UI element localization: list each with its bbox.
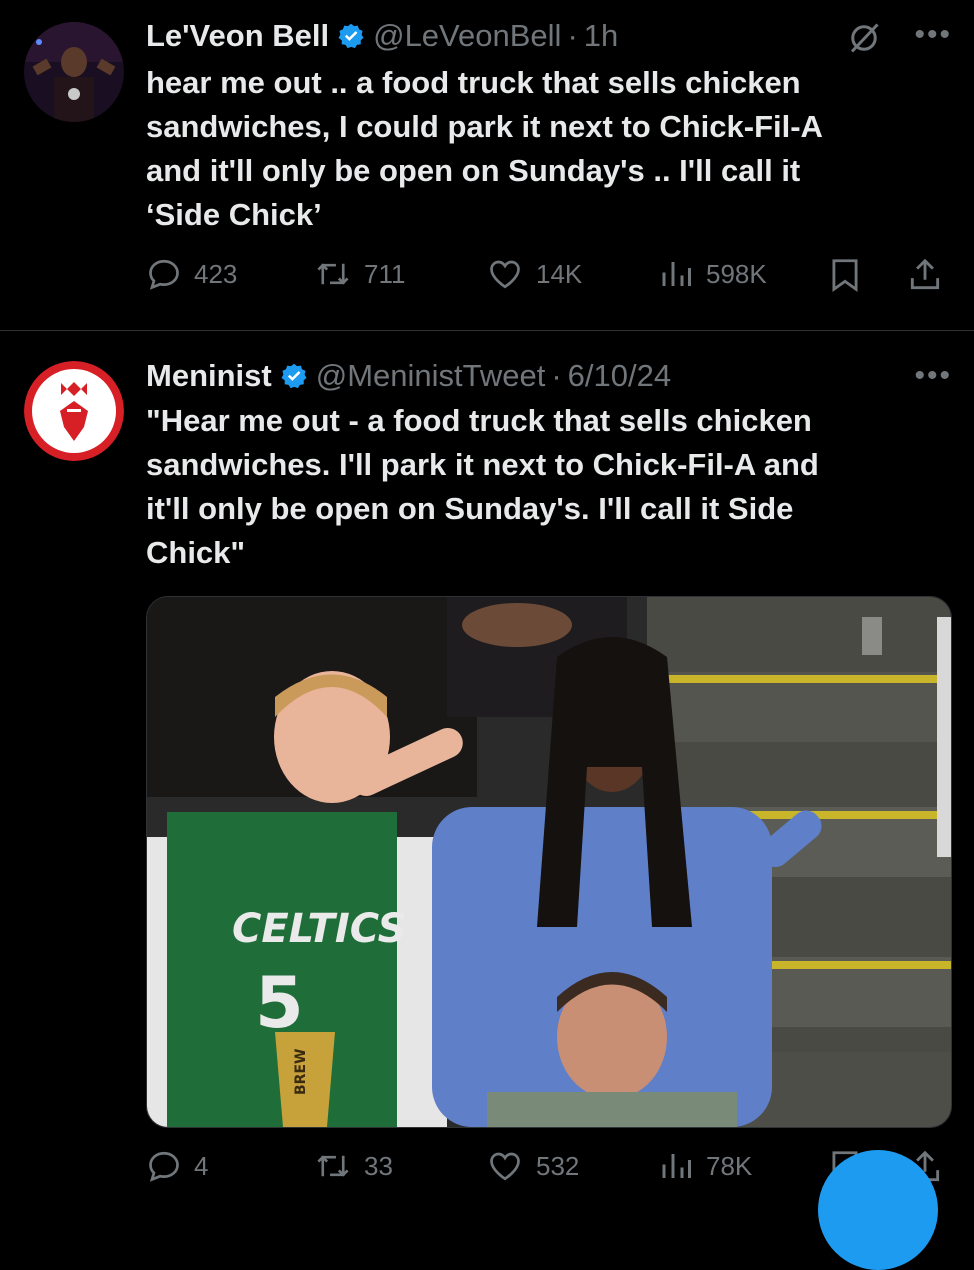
views-count: 78K bbox=[706, 1150, 753, 1181]
tweet-text: "Hear me out - a food truck that sells c… bbox=[146, 399, 946, 575]
tweet-actions: 423 711 14K 598K bbox=[146, 256, 956, 296]
reply-icon bbox=[149, 259, 179, 290]
like-count: 532 bbox=[536, 1150, 580, 1181]
repost-button[interactable]: 711 bbox=[314, 256, 405, 292]
reply-count: 4 bbox=[194, 1150, 209, 1181]
views-button[interactable]: 78K bbox=[658, 1148, 752, 1184]
author-handle[interactable]: @MeninistTweet bbox=[316, 358, 546, 394]
avatar-meninist[interactable] bbox=[24, 361, 124, 461]
more-icon[interactable]: ••• bbox=[914, 359, 952, 393]
reply-button[interactable]: 423 bbox=[146, 256, 237, 292]
more-icon[interactable]: ••• bbox=[914, 18, 952, 52]
like-icon bbox=[490, 1152, 520, 1181]
tweet-text-line: Chick" bbox=[146, 535, 246, 570]
reply-icon bbox=[149, 1151, 179, 1182]
timestamp[interactable]: 1h bbox=[584, 18, 618, 54]
jersey-number: 5 bbox=[255, 962, 304, 1044]
reply-count: 423 bbox=[194, 258, 238, 289]
like-count: 14K bbox=[536, 258, 583, 289]
views-icon bbox=[662, 1154, 691, 1178]
tweet-text-line: hear me out .. a food truck that sells c… bbox=[146, 65, 801, 100]
author-name[interactable]: Le'Veon Bell bbox=[146, 18, 329, 54]
verified-badge-icon bbox=[281, 363, 307, 389]
separator-dot: · bbox=[551, 358, 562, 393]
tweet-photo[interactable]: CELTICS 5 BREW bbox=[146, 596, 952, 1128]
tweet-header: Le'Veon Bell @LeVeonBell · 1h bbox=[146, 16, 618, 56]
avatar-leveon-bell-image bbox=[24, 22, 124, 122]
tweet-text-line: "Hear me out - a food truck that sells c… bbox=[146, 403, 812, 438]
like-button[interactable]: 532 bbox=[486, 1148, 579, 1184]
repost-button[interactable]: 33 bbox=[314, 1148, 393, 1184]
compose-fab-button[interactable] bbox=[818, 1150, 938, 1270]
bookmark-icon[interactable] bbox=[826, 256, 864, 294]
repost-icon bbox=[317, 1155, 349, 1177]
repost-count: 711 bbox=[364, 258, 406, 289]
views-count: 598K bbox=[706, 258, 767, 289]
photo-illustration: CELTICS 5 BREW bbox=[147, 597, 951, 1127]
jersey-text: CELTICS bbox=[232, 906, 406, 952]
reply-button[interactable]: 4 bbox=[146, 1148, 208, 1184]
avatar-meninist-image bbox=[24, 361, 124, 461]
tweet-leveon-bell[interactable]: Le'Veon Bell @LeVeonBell · 1h ••• hear m… bbox=[0, 0, 974, 330]
tweet-header: Meninist @MeninistTweet · 6/10/24 bbox=[146, 356, 671, 396]
views-icon bbox=[662, 262, 691, 286]
timestamp[interactable]: 6/10/24 bbox=[568, 358, 671, 394]
verified-badge-icon bbox=[338, 23, 364, 49]
author-name[interactable]: Meninist bbox=[146, 358, 272, 394]
repost-count: 33 bbox=[364, 1150, 393, 1181]
tweet-text-line: sandwiches. I'll park it next to Chick-F… bbox=[146, 447, 819, 482]
views-button[interactable]: 598K bbox=[658, 256, 767, 292]
separator-dot: · bbox=[567, 18, 578, 53]
like-button[interactable]: 14K bbox=[486, 256, 582, 292]
cup-text: BREW bbox=[293, 1049, 309, 1095]
share-icon[interactable] bbox=[906, 256, 944, 294]
tweet-text-line: ‘Side Chick’ bbox=[146, 197, 322, 232]
tweet-text-line: it'll only be open on Sunday's. I'll cal… bbox=[146, 491, 794, 526]
tweet-text: hear me out .. a food truck that sells c… bbox=[146, 61, 946, 237]
author-handle[interactable]: @LeVeonBell bbox=[373, 18, 561, 54]
tweet-text-line: sandwiches, I could park it next to Chic… bbox=[146, 109, 823, 144]
repost-icon bbox=[317, 263, 349, 285]
like-icon bbox=[490, 260, 520, 289]
avatar-leveon-bell[interactable] bbox=[24, 22, 124, 122]
grok-icon[interactable] bbox=[846, 20, 882, 56]
tweet-text-line: and it'll only be open on Sunday's .. I'… bbox=[146, 153, 801, 188]
